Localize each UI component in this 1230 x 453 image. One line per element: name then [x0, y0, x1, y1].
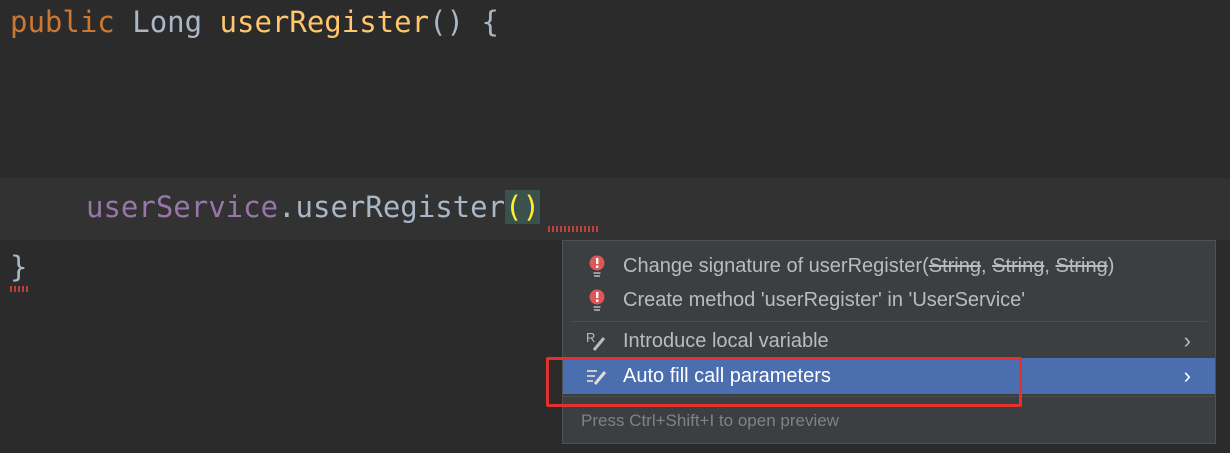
- menu-item-introduce-local-variable[interactable]: R Introduce local variable ›: [563, 323, 1215, 359]
- error-squiggle: [546, 226, 598, 232]
- code-line-close-brace: }: [10, 250, 28, 284]
- menu-separator: [571, 321, 1207, 322]
- bulb-error-icon: [585, 254, 609, 278]
- annotation-highlight-box: [546, 357, 1022, 407]
- introduce-variable-icon: R: [585, 330, 609, 352]
- code-line-call[interactable]: userService.userRegister(): [86, 190, 540, 224]
- code-line-method-declaration[interactable]: public Long userRegister() {: [10, 5, 499, 39]
- chevron-right-icon: ›: [1183, 328, 1191, 353]
- error-squiggle: [8, 286, 28, 292]
- intention-actions-popup: Change signature of userRegister(String,…: [562, 240, 1216, 444]
- menu-item-change-signature[interactable]: Change signature of userRegister(String,…: [563, 248, 1215, 284]
- svg-text:R: R: [586, 330, 595, 345]
- bulb-error-icon: [585, 288, 609, 312]
- error-parens[interactable]: (): [505, 190, 540, 224]
- menu-item-create-method[interactable]: Create method 'userRegister' in 'UserSer…: [563, 282, 1215, 318]
- chevron-right-icon: ›: [1183, 363, 1191, 388]
